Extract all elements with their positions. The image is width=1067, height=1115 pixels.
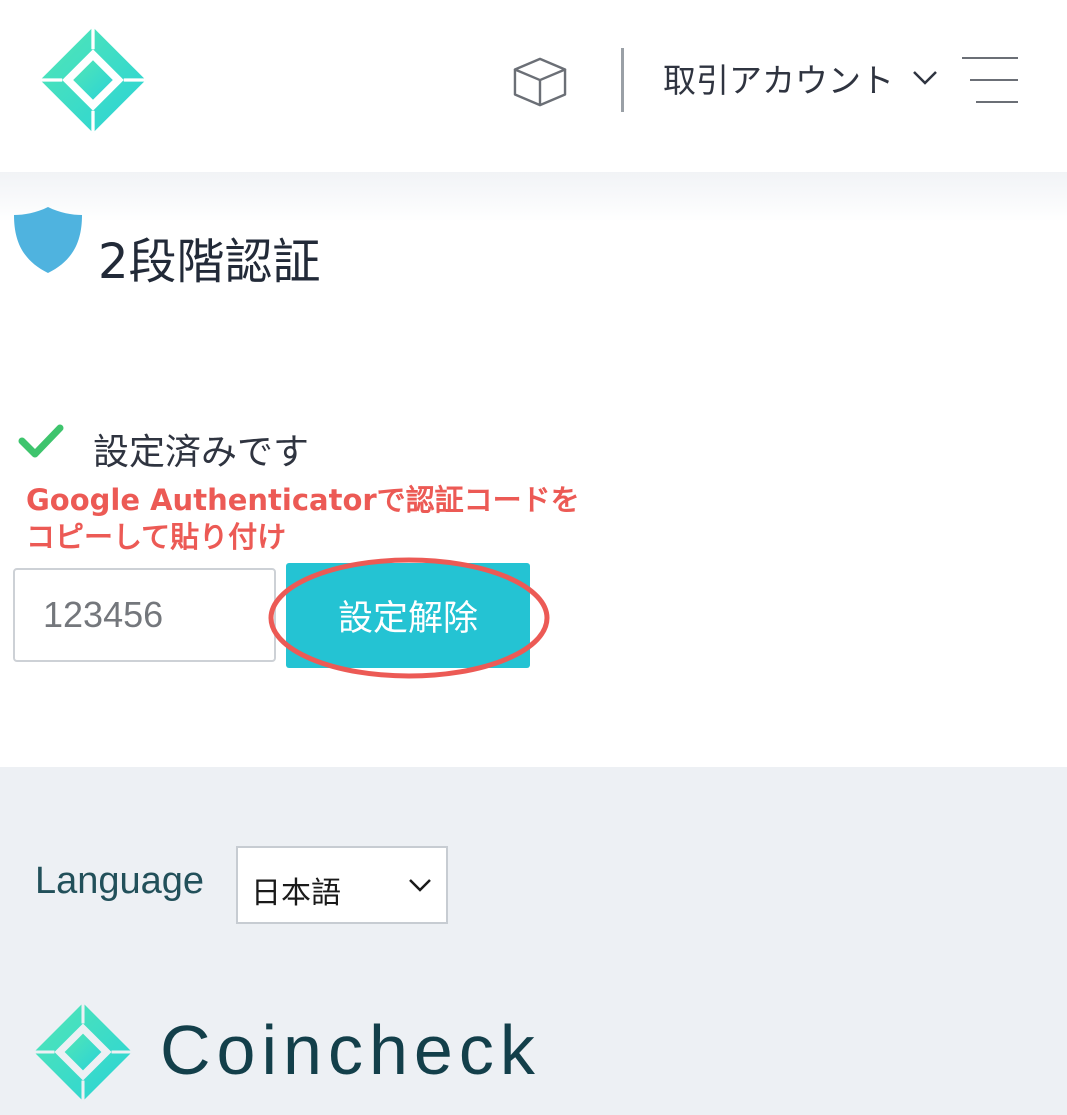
account-label: 取引アカウント xyxy=(663,61,894,100)
annotation-line-1: Google Authenticatorで認証コードを xyxy=(26,483,580,517)
disable-2fa-button[interactable]: 設定解除 xyxy=(286,563,530,668)
instruction-annotation: Google Authenticatorで認証コードを コピーして貼り付け xyxy=(26,482,626,556)
language-select-value: 日本語 xyxy=(251,876,341,911)
language-select[interactable]: 日本語 xyxy=(236,846,448,924)
coincheck-logo-icon[interactable] xyxy=(32,1001,134,1103)
top-header: 取引アカウント xyxy=(0,0,1067,172)
check-icon xyxy=(18,424,64,458)
annotation-line-2: コピーして貼り付け xyxy=(26,520,287,554)
page-title: 2段階認証 xyxy=(98,234,321,290)
brand-wordmark: Coincheck xyxy=(160,1011,541,1089)
header-divider xyxy=(621,48,624,112)
hamburger-menu-icon[interactable] xyxy=(962,55,1018,105)
status-text: 設定済みです xyxy=(93,432,310,473)
cube-icon[interactable] xyxy=(510,56,570,108)
language-label: Language xyxy=(35,860,205,902)
page: 取引アカウント 2段階認証 設定済みです Google Authenticato… xyxy=(0,0,1067,1115)
auth-code-input[interactable] xyxy=(13,568,276,662)
chevron-down-icon xyxy=(409,879,431,892)
chevron-down-icon xyxy=(913,71,937,85)
content-top-shade xyxy=(0,172,1067,222)
coincheck-logo-icon[interactable] xyxy=(38,25,148,135)
shield-icon xyxy=(14,207,82,273)
trading-account-menu[interactable]: 取引アカウント xyxy=(663,56,938,100)
